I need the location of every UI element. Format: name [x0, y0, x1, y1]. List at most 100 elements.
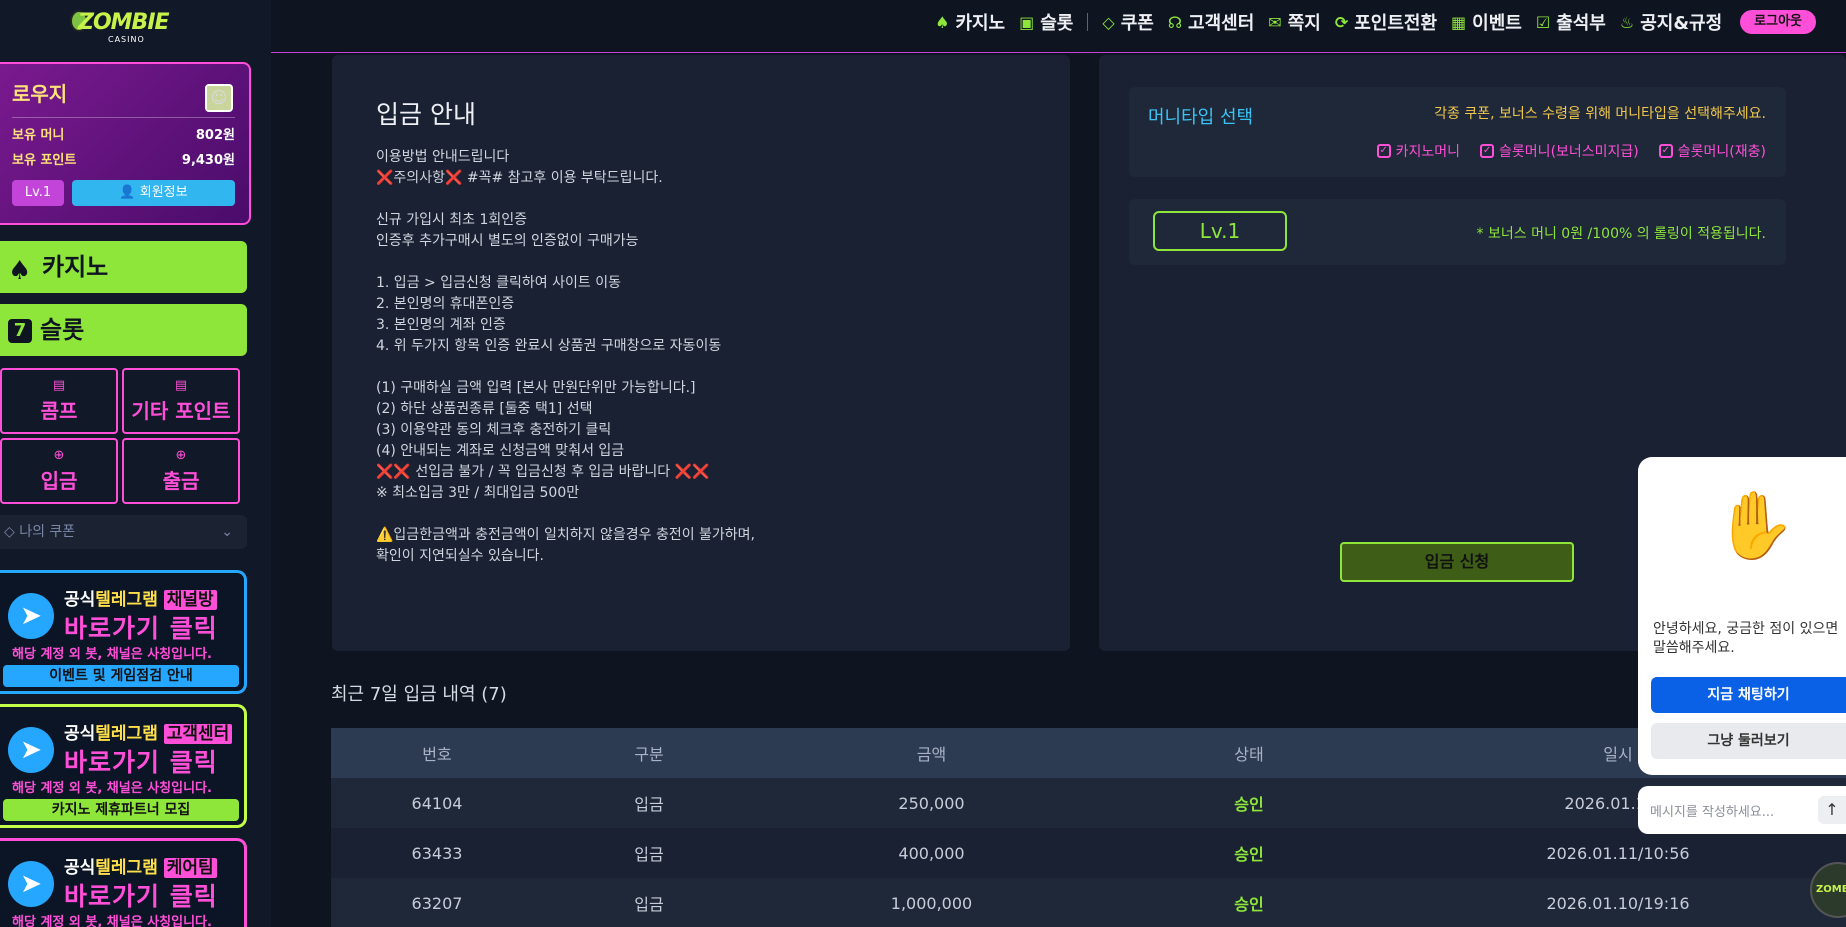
my-coupon-dropdown[interactable]: ◇ 나의 쿠폰 ⌄: [0, 515, 247, 549]
seven-icon: 7: [8, 319, 32, 343]
telegram-icon: ➤: [8, 727, 54, 773]
user-card: 로우지 ☺ 보유 머니 802원 보유 포인트 9,430원 Lv.1 👤 회원…: [0, 62, 251, 225]
money-type-box: 머니타입 선택 각종 쿠폰, 보너스 수령을 위해 머니타입을 선택해주세요. …: [1129, 87, 1786, 177]
banner-cta: 바로가기 클릭: [64, 614, 218, 643]
gift-icon: ▦: [1451, 12, 1467, 32]
point-value: 9,430원: [181, 153, 235, 168]
guide-line: ❌❌ 선입금 불가 / 꼭 입금신청 후 입금 바랍니다 ❌❌: [376, 464, 710, 480]
mail-icon: ✉: [1268, 12, 1282, 32]
money-option-slot-recharge[interactable]: ✓ 슬롯머니(재충): [1658, 141, 1766, 161]
telegram-channel-banner[interactable]: ➤ 공식텔레그램 채널방 바로가기 클릭 해당 계정 외 봇, 채널은 사칭입니…: [0, 570, 247, 694]
chat-input-bar[interactable]: 메시지를 작성하세요... ↑: [1638, 786, 1846, 834]
guide-line: (1) 구매하실 금액 입력 [본사 만원단위만 가능합니다.]: [376, 380, 696, 396]
logout-button[interactable]: 로그아웃: [1740, 10, 1816, 34]
nav-support[interactable]: ☊ 고객센터: [1168, 9, 1254, 35]
guide-line: [376, 189, 1070, 210]
nav-event[interactable]: ▦ 이벤트: [1451, 9, 1522, 35]
deposit-button[interactable]: ⊕ 입금: [0, 438, 118, 504]
banner-cta: 바로가기 클릭: [64, 882, 218, 911]
my-coupon-label: 나의 쿠폰: [19, 524, 76, 540]
nav-message[interactable]: ✉ 쪽지: [1268, 9, 1321, 35]
chat-widget: ✋ 안녕하세요, 궁금한 점이 있으면 말씀해주세요. 지금 채팅하기 그냥 둘…: [1638, 457, 1846, 775]
banner-title: 공식텔레그램 채널방: [64, 585, 217, 610]
checkbox-icon: ✓: [1376, 144, 1391, 158]
top-navigation: ♠ 카지노 ▣ 슬롯 ◇ 쿠폰 ☊ 고객센터 ✉ 쪽지 ⟳ 포인트전환 ▦ 이벤트 ☑ 출석부 …: [271, 0, 1846, 53]
member-info-button[interactable]: 👤 회원정보: [72, 180, 235, 206]
refresh-icon: ⟳: [1334, 12, 1349, 32]
nav-notice[interactable]: ♨ 공지&규정: [1620, 9, 1722, 35]
withdraw-label: 출금: [162, 469, 200, 493]
seven-icon: ▣: [1019, 12, 1035, 32]
nav-attendance[interactable]: ☑ 출석부: [1536, 9, 1606, 35]
comp-button[interactable]: ▤ 콤프: [0, 368, 118, 434]
money-type-desc: 각종 쿠폰, 보너스 수령을 위해 머니타입을 선택해주세요.: [1434, 106, 1766, 122]
headset-icon: ☊: [1167, 12, 1183, 32]
telegram-support-banner[interactable]: ➤ 공식텔레그램 고객센터 바로가기 클릭 해당 계정 외 봇, 채널은 사칭입…: [0, 704, 247, 828]
deposit-apply-button[interactable]: 입금 신청: [1340, 542, 1574, 582]
telegram-icon: ➤: [8, 861, 54, 907]
sidebar-casino-button[interactable]: ♠ 카지노: [0, 241, 247, 293]
dollar-icon: ⊕: [53, 448, 65, 463]
banner-warning: 해당 계정 외 봇, 채널은 사칭입니다.: [12, 781, 212, 796]
other-points-label: 기타 포인트: [131, 399, 231, 423]
coin-icon: ▤: [52, 378, 66, 393]
guide-line: ⚠️입금한금액과 충전금액이 일치하지 않을경우 충전이 불가하며,: [376, 527, 756, 543]
start-chat-button[interactable]: 지금 채팅하기: [1651, 677, 1846, 713]
header-type: 구분: [634, 745, 664, 764]
user-icon: 👤: [119, 185, 140, 200]
level-button[interactable]: Lv.1: [12, 180, 64, 206]
money-option-casino[interactable]: ✓ 카지노머니: [1376, 141, 1460, 161]
guide-line: (2) 하단 상품권종류 [둘중 택1] 선택: [376, 401, 593, 417]
cell-datetime: 2026.01.10/19:16: [1546, 893, 1690, 913]
waving-hand-icon: ✋: [1714, 487, 1797, 564]
point-label: 보유 포인트: [12, 153, 77, 168]
checkbox-icon: ✓: [1480, 144, 1495, 158]
nav-slot[interactable]: ▣ 슬롯: [1019, 9, 1073, 35]
chat-input[interactable]: 메시지를 작성하세요...: [1650, 801, 1774, 820]
banner-warning: 해당 계정 외 봇, 채널은 사칭입니다.: [12, 647, 212, 662]
money-option-slot-nobonus[interactable]: ✓ 슬롯머니(보너스미지급): [1480, 141, 1639, 161]
guide-line: [376, 504, 1070, 525]
other-points-button[interactable]: ▤ 기타 포인트: [122, 368, 240, 434]
tag-icon: ◇: [1102, 12, 1115, 32]
avatar: ☺: [205, 84, 233, 112]
guide-text: 이용방법 안내드립니다 ❌주의사항❌ #꼭# 참고후 이용 부탁드립니다. 신규 가…: [376, 147, 1070, 567]
telegram-care-banner[interactable]: ➤ 공식텔레그램 케어팀 바로가기 클릭 해당 계정 외 봇, 채널은 사칭입니…: [0, 838, 247, 927]
send-icon[interactable]: ↑: [1818, 796, 1846, 824]
deposit-label: 입금: [40, 469, 78, 493]
banner-cta: 바로가기 클릭: [64, 748, 218, 777]
sidebar: ZOMBIE CASINO 로우지 ☺ 보유 머니 802원 보유 포인트 9,…: [0, 0, 271, 927]
user-buttons: Lv.1 👤 회원정보: [12, 180, 235, 206]
table-header: 번호 구분 금액 상태 일시: [331, 728, 1846, 778]
comp-label: 콤프: [40, 399, 78, 423]
withdraw-button[interactable]: ⊕ 출금: [122, 438, 240, 504]
cell-type: 입금: [634, 795, 664, 814]
banner-title: 공식텔레그램 고객센터: [64, 719, 233, 744]
table-row: 63433 입금 400,000 승인 2026.01.11/10:56: [331, 828, 1846, 878]
guide-line: 4. 위 두가지 항목 인증 완료시 상품권 구매창으로 자동이동: [376, 338, 722, 354]
chat-greeting: 안녕하세요, 궁금한 점이 있으면 말씀해주세요.: [1653, 621, 1839, 656]
history-table: 번호 구분 금액 상태 일시 64104 입금 250,000 승인 2026.01.1…: [331, 728, 1846, 927]
divider: [12, 117, 235, 118]
site-logo[interactable]: ZOMBIE CASINO: [70, 4, 180, 48]
header-amount: 금액: [916, 745, 947, 764]
telegram-icon: ➤: [8, 593, 54, 639]
member-info-label: 회원정보: [139, 185, 188, 200]
bell-icon: ♨: [1619, 12, 1635, 32]
sidebar-slot-button[interactable]: 7 슬롯: [0, 304, 247, 356]
nav-casino[interactable]: ♠ 카지노: [935, 9, 1005, 35]
money-label: 보유 머니: [12, 128, 65, 143]
nav-menu: ♠ 카지노 ▣ 슬롯 ◇ 쿠폰 ☊ 고객센터 ✉ 쪽지 ⟳ 포인트전환 ▦ 이벤트 ☑ 출석부 …: [935, 0, 1816, 44]
cell-status: 승인: [1234, 895, 1264, 914]
guide-line: 이용방법 안내드립니다: [376, 149, 510, 165]
cell-status: 승인: [1234, 795, 1264, 814]
nav-point-convert[interactable]: ⟳ 포인트전환: [1335, 9, 1437, 35]
table-body: 64104 입금 250,000 승인 2026.01.12/2 63433 입금 400,0…: [331, 778, 1846, 927]
banner-footer: 카지노 제휴파트너 모집: [3, 799, 239, 821]
sidebar-slot-label: 슬롯: [40, 316, 85, 344]
browse-button[interactable]: 그냥 둘러보기: [1651, 723, 1846, 759]
sidebar-casino-label: 카지노: [42, 253, 109, 281]
checkbox-icon: ✓: [1658, 144, 1673, 158]
guide-line: 1. 입금 > 입금신청 클릭하여 사이트 이동: [376, 275, 621, 291]
nav-coupon[interactable]: ◇ 쿠폰: [1102, 9, 1153, 35]
